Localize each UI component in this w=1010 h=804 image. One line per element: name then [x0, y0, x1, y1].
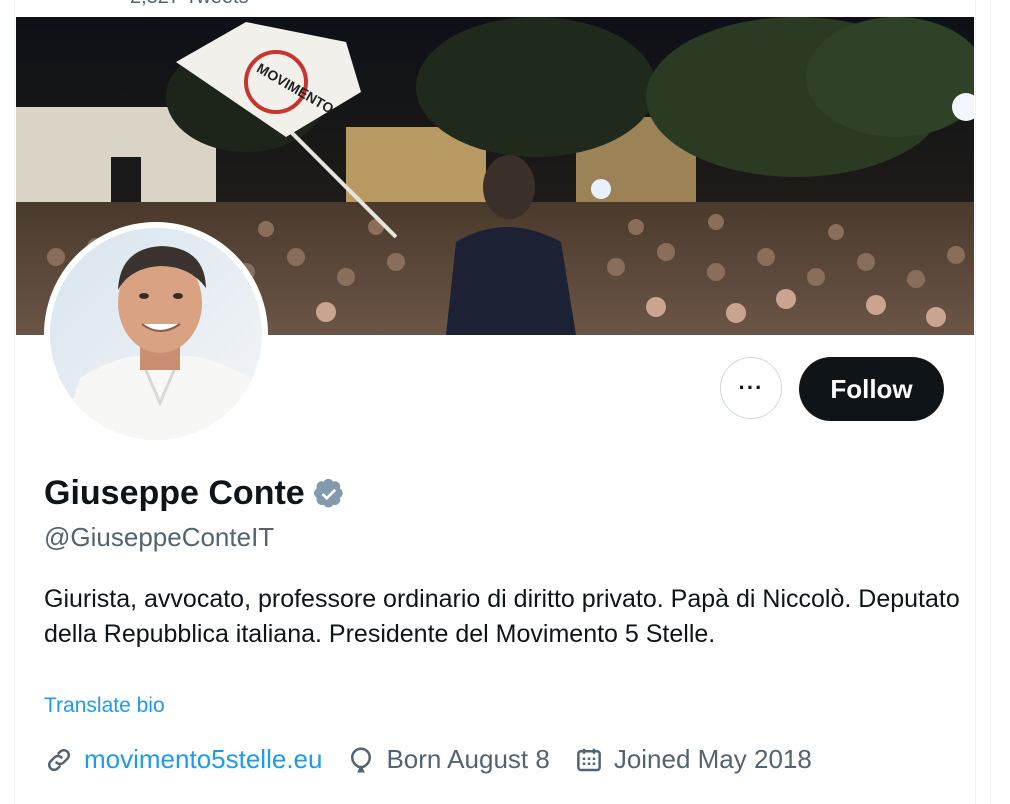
display-name: Giuseppe Conte	[44, 474, 305, 512]
avatar-border	[44, 222, 268, 446]
joined-text: Joined May 2018	[613, 744, 812, 774]
verified-badge-icon[interactable]	[313, 478, 345, 510]
name-row: Giuseppe Conte	[44, 474, 345, 513]
profile-handle: @GiuseppeConteIT	[44, 522, 275, 552]
joined-item: Joined May 2018	[574, 744, 812, 775]
avatar-image	[50, 228, 262, 440]
tweets-count: 2,327 Tweets	[130, 0, 249, 9]
website-item: movimento5stelle.eu	[44, 744, 322, 775]
website-link[interactable]: movimento5stelle.eu	[84, 744, 322, 775]
link-icon	[47, 748, 71, 771]
profile-bio: Giurista, avvocato, professore ordinario…	[44, 585, 960, 648]
birthday-item: Born August 8	[346, 744, 550, 775]
more-options-button[interactable]: ···	[720, 357, 782, 419]
more-icon: ···	[738, 375, 764, 400]
divider	[990, 0, 991, 804]
translate-bio-link[interactable]: Translate bio	[44, 694, 165, 718]
calendar-icon	[576, 748, 601, 771]
birthday-text: Born August 8	[386, 744, 550, 774]
avatar[interactable]	[50, 228, 262, 440]
balloon-icon	[351, 746, 372, 772]
profile-meta: movimento5stelle.eu Born August 8 Joined…	[44, 744, 836, 775]
follow-button[interactable]: Follow	[799, 357, 944, 421]
